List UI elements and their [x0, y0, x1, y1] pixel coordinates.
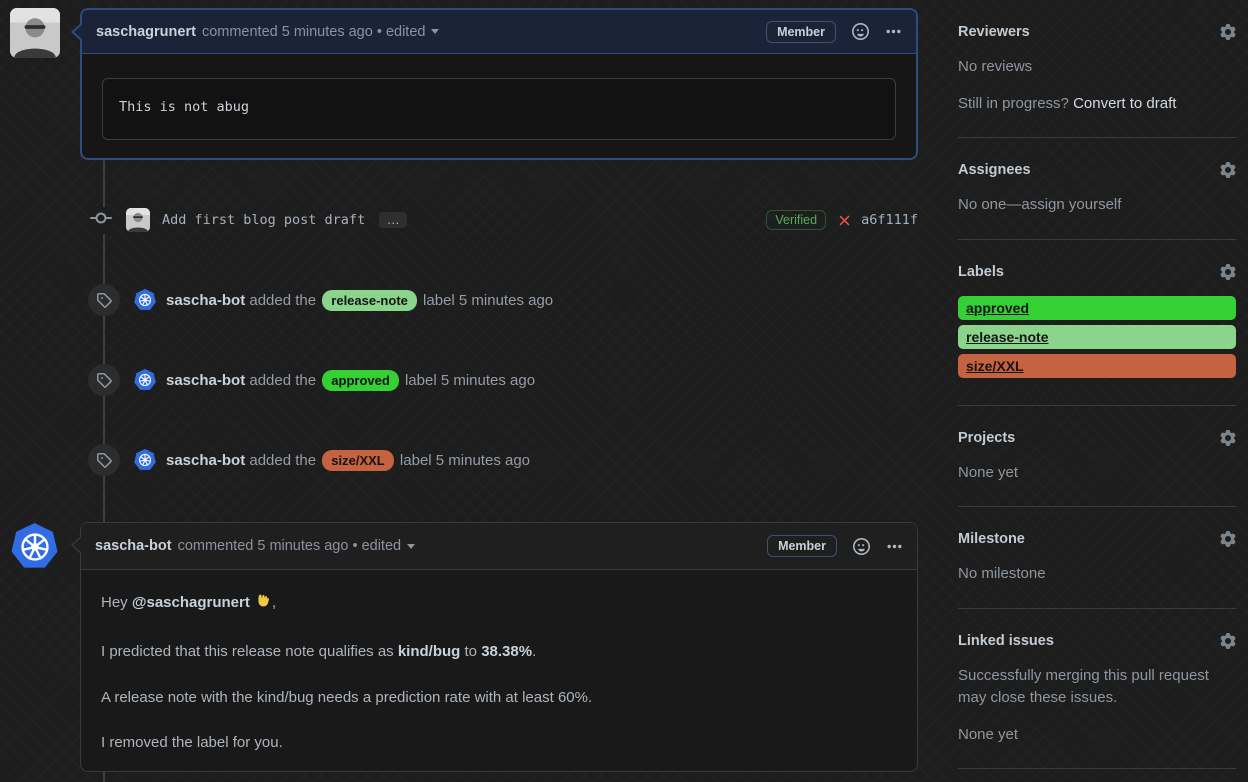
- projects-title: Projects: [958, 429, 1016, 446]
- comment-body: Hey @saschagrunert, I predicted that thi…: [81, 570, 917, 776]
- convert-to-draft-link[interactable]: Convert to draft: [1073, 95, 1176, 112]
- sidebar-section-projects: Projects None yet: [958, 429, 1236, 507]
- paragraph-prediction: I predicted that this release note quali…: [101, 642, 537, 660]
- member-badge: Member: [767, 535, 837, 557]
- event-pre-text: added the: [249, 371, 317, 389]
- kebab-menu-button[interactable]: [885, 23, 902, 40]
- sidebar-section-linked-issues: Linked issues Successfully merging this …: [958, 632, 1236, 769]
- timeline-event-size-xxl: sascha-bot added the size/XXL label 5 mi…: [88, 444, 918, 476]
- assignees-title: Assignees: [958, 162, 1031, 178]
- tag-icon: [88, 364, 120, 396]
- gear-icon[interactable]: [1220, 430, 1236, 446]
- tag-icon: [88, 284, 120, 316]
- linked-issues-status: None yet: [958, 725, 1019, 743]
- gear-icon[interactable]: [1220, 633, 1236, 649]
- gear-icon[interactable]: [1220, 264, 1236, 280]
- comment-author-link[interactable]: sascha-bot: [95, 538, 172, 554]
- linked-issues-title: Linked issues: [958, 632, 1054, 649]
- paragraph-removed: I removed the label for you.: [101, 734, 283, 752]
- tag-icon: [88, 444, 120, 476]
- event-text: sascha-bot added the release-note label …: [166, 289, 554, 311]
- reviewers-title: Reviewers: [958, 24, 1030, 40]
- sidebar: Reviewers No reviews Still in progress? …: [958, 24, 1236, 782]
- labels-title: Labels: [958, 263, 1004, 280]
- avatar-sascha-bot[interactable]: [134, 369, 156, 390]
- avatar-sascha-bot-large[interactable]: [11, 523, 58, 568]
- comment-sascha-bot: sascha-bot commented 5 minutes ago • edi…: [71, 522, 918, 772]
- pull-request-page: saschagrunert commented 5 minutes ago • …: [0, 0, 1248, 782]
- comment-code-block: This is not abug: [102, 78, 896, 140]
- status-failed-x-icon[interactable]: [836, 212, 853, 229]
- commit-author-avatar[interactable]: [126, 208, 150, 232]
- assignees-status[interactable]: No one—assign yourself: [958, 194, 1236, 217]
- avatar-sascha-bot[interactable]: [134, 289, 156, 310]
- event-text: sascha-bot added the approved label 5 mi…: [166, 369, 536, 391]
- paragraph-requirement: A release note with the kind/bug needs a…: [101, 688, 593, 706]
- commit-hash-link[interactable]: a6f111f: [861, 212, 918, 228]
- sidebar-section-reviewers: Reviewers No reviews Still in progress? …: [958, 24, 1236, 138]
- comment-saschagrunert: saschagrunert commented 5 minutes ago • …: [71, 8, 918, 160]
- sidebar-label-approved[interactable]: approved: [958, 295, 1236, 320]
- wave-emoji-icon: [254, 592, 272, 617]
- event-text: sascha-bot added the size/XXL label 5 mi…: [166, 449, 531, 471]
- avatar-saschagrunert[interactable]: [10, 8, 60, 58]
- kebab-menu-button[interactable]: [886, 538, 903, 555]
- add-reaction-button[interactable]: [852, 23, 869, 40]
- sidebar-section-assignees: Assignees No one—assign yourself: [958, 162, 1236, 240]
- timeline-event-approved: sascha-bot added the approved label 5 mi…: [88, 364, 918, 396]
- commit-row: Add first blog post draft … Verified a6f…: [88, 206, 918, 234]
- commit-message-link[interactable]: Add first blog post draft: [162, 212, 365, 228]
- sidebar-label-size-xxl[interactable]: size/XXL: [958, 353, 1236, 378]
- event-post-text: label 5 minutes ago: [423, 291, 554, 309]
- event-post-text: label 5 minutes ago: [404, 371, 536, 389]
- event-actor-link[interactable]: sascha-bot: [166, 452, 245, 469]
- event-actor-link[interactable]: sascha-bot: [166, 292, 245, 309]
- sidebar-label-release-note[interactable]: release-note: [958, 324, 1236, 349]
- add-reaction-button[interactable]: [853, 538, 870, 555]
- gear-icon[interactable]: [1220, 162, 1236, 178]
- comment-header: sascha-bot commented 5 minutes ago • edi…: [71, 523, 917, 570]
- event-actor-link[interactable]: sascha-bot: [166, 372, 245, 389]
- projects-status: None yet: [958, 463, 1019, 481]
- event-pre-text: added the: [249, 291, 317, 309]
- mention-link[interactable]: @saschagrunert: [132, 594, 250, 611]
- comment-author-link[interactable]: saschagrunert: [96, 24, 196, 40]
- label-chip[interactable]: release-note: [322, 289, 417, 311]
- reviewers-status: No reviews: [958, 58, 1033, 75]
- milestone-title: Milestone: [958, 531, 1025, 547]
- linked-issues-description: Successfully merging this pull request m…: [958, 666, 1209, 707]
- event-post-text: label 5 minutes ago: [399, 451, 531, 469]
- gear-icon[interactable]: [1220, 24, 1236, 40]
- edited-dropdown-caret-icon[interactable]: [431, 29, 440, 34]
- sidebar-section-labels: Labels approved release-note size/XXL: [958, 263, 1236, 406]
- commit-icon: [90, 206, 112, 234]
- timeline-event-release-note: sascha-bot added the release-note label …: [88, 284, 918, 316]
- sidebar-section-milestone: Milestone No milestone: [958, 531, 1236, 609]
- member-badge: Member: [766, 20, 836, 43]
- event-pre-text: added the: [249, 451, 317, 469]
- edited-dropdown-caret-icon[interactable]: [407, 543, 416, 549]
- label-chip[interactable]: size/XXL: [322, 449, 394, 471]
- label-chip[interactable]: approved: [322, 369, 399, 391]
- comment-meta: commented 5 minutes ago • edited: [201, 23, 426, 40]
- reviewers-draft-hint: Still in progress? Convert to draft: [958, 94, 1177, 112]
- milestone-status: No milestone: [958, 565, 1046, 582]
- gear-icon[interactable]: [1220, 531, 1236, 547]
- comment-meta: commented 5 minutes ago • edited: [177, 538, 402, 554]
- comment-header: saschagrunert commented 5 minutes ago • …: [71, 10, 916, 54]
- verified-badge[interactable]: Verified: [766, 210, 827, 230]
- commit-expand-button[interactable]: …: [379, 212, 408, 228]
- paragraph-greeting: Hey @saschagrunert,: [101, 592, 897, 617]
- avatar-sascha-bot[interactable]: [134, 449, 156, 470]
